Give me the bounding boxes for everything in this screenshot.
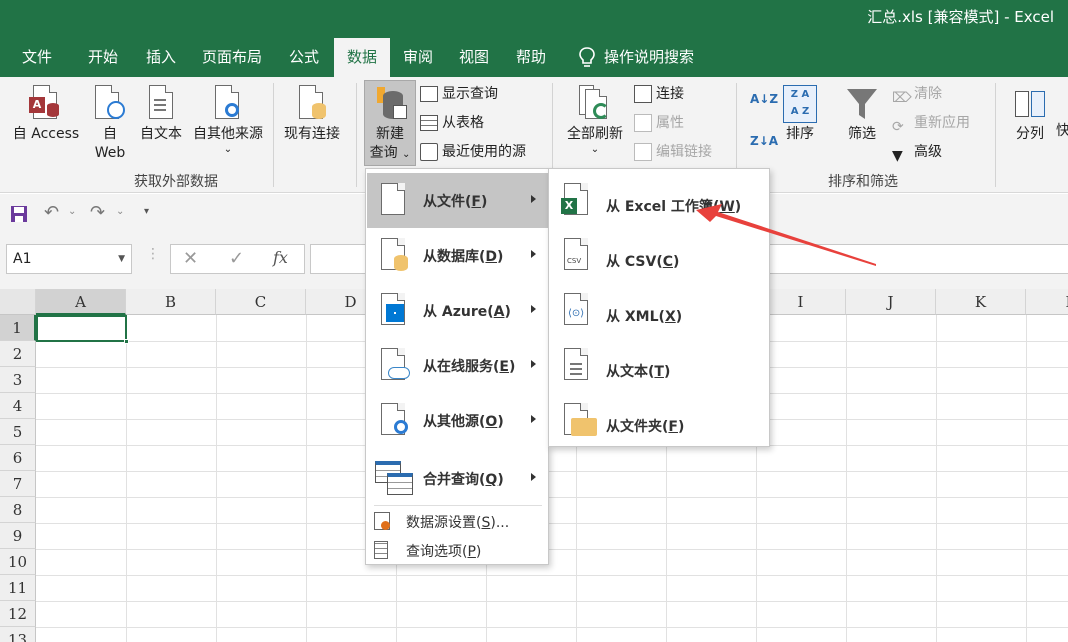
annotation-arrow [696, 204, 876, 266]
